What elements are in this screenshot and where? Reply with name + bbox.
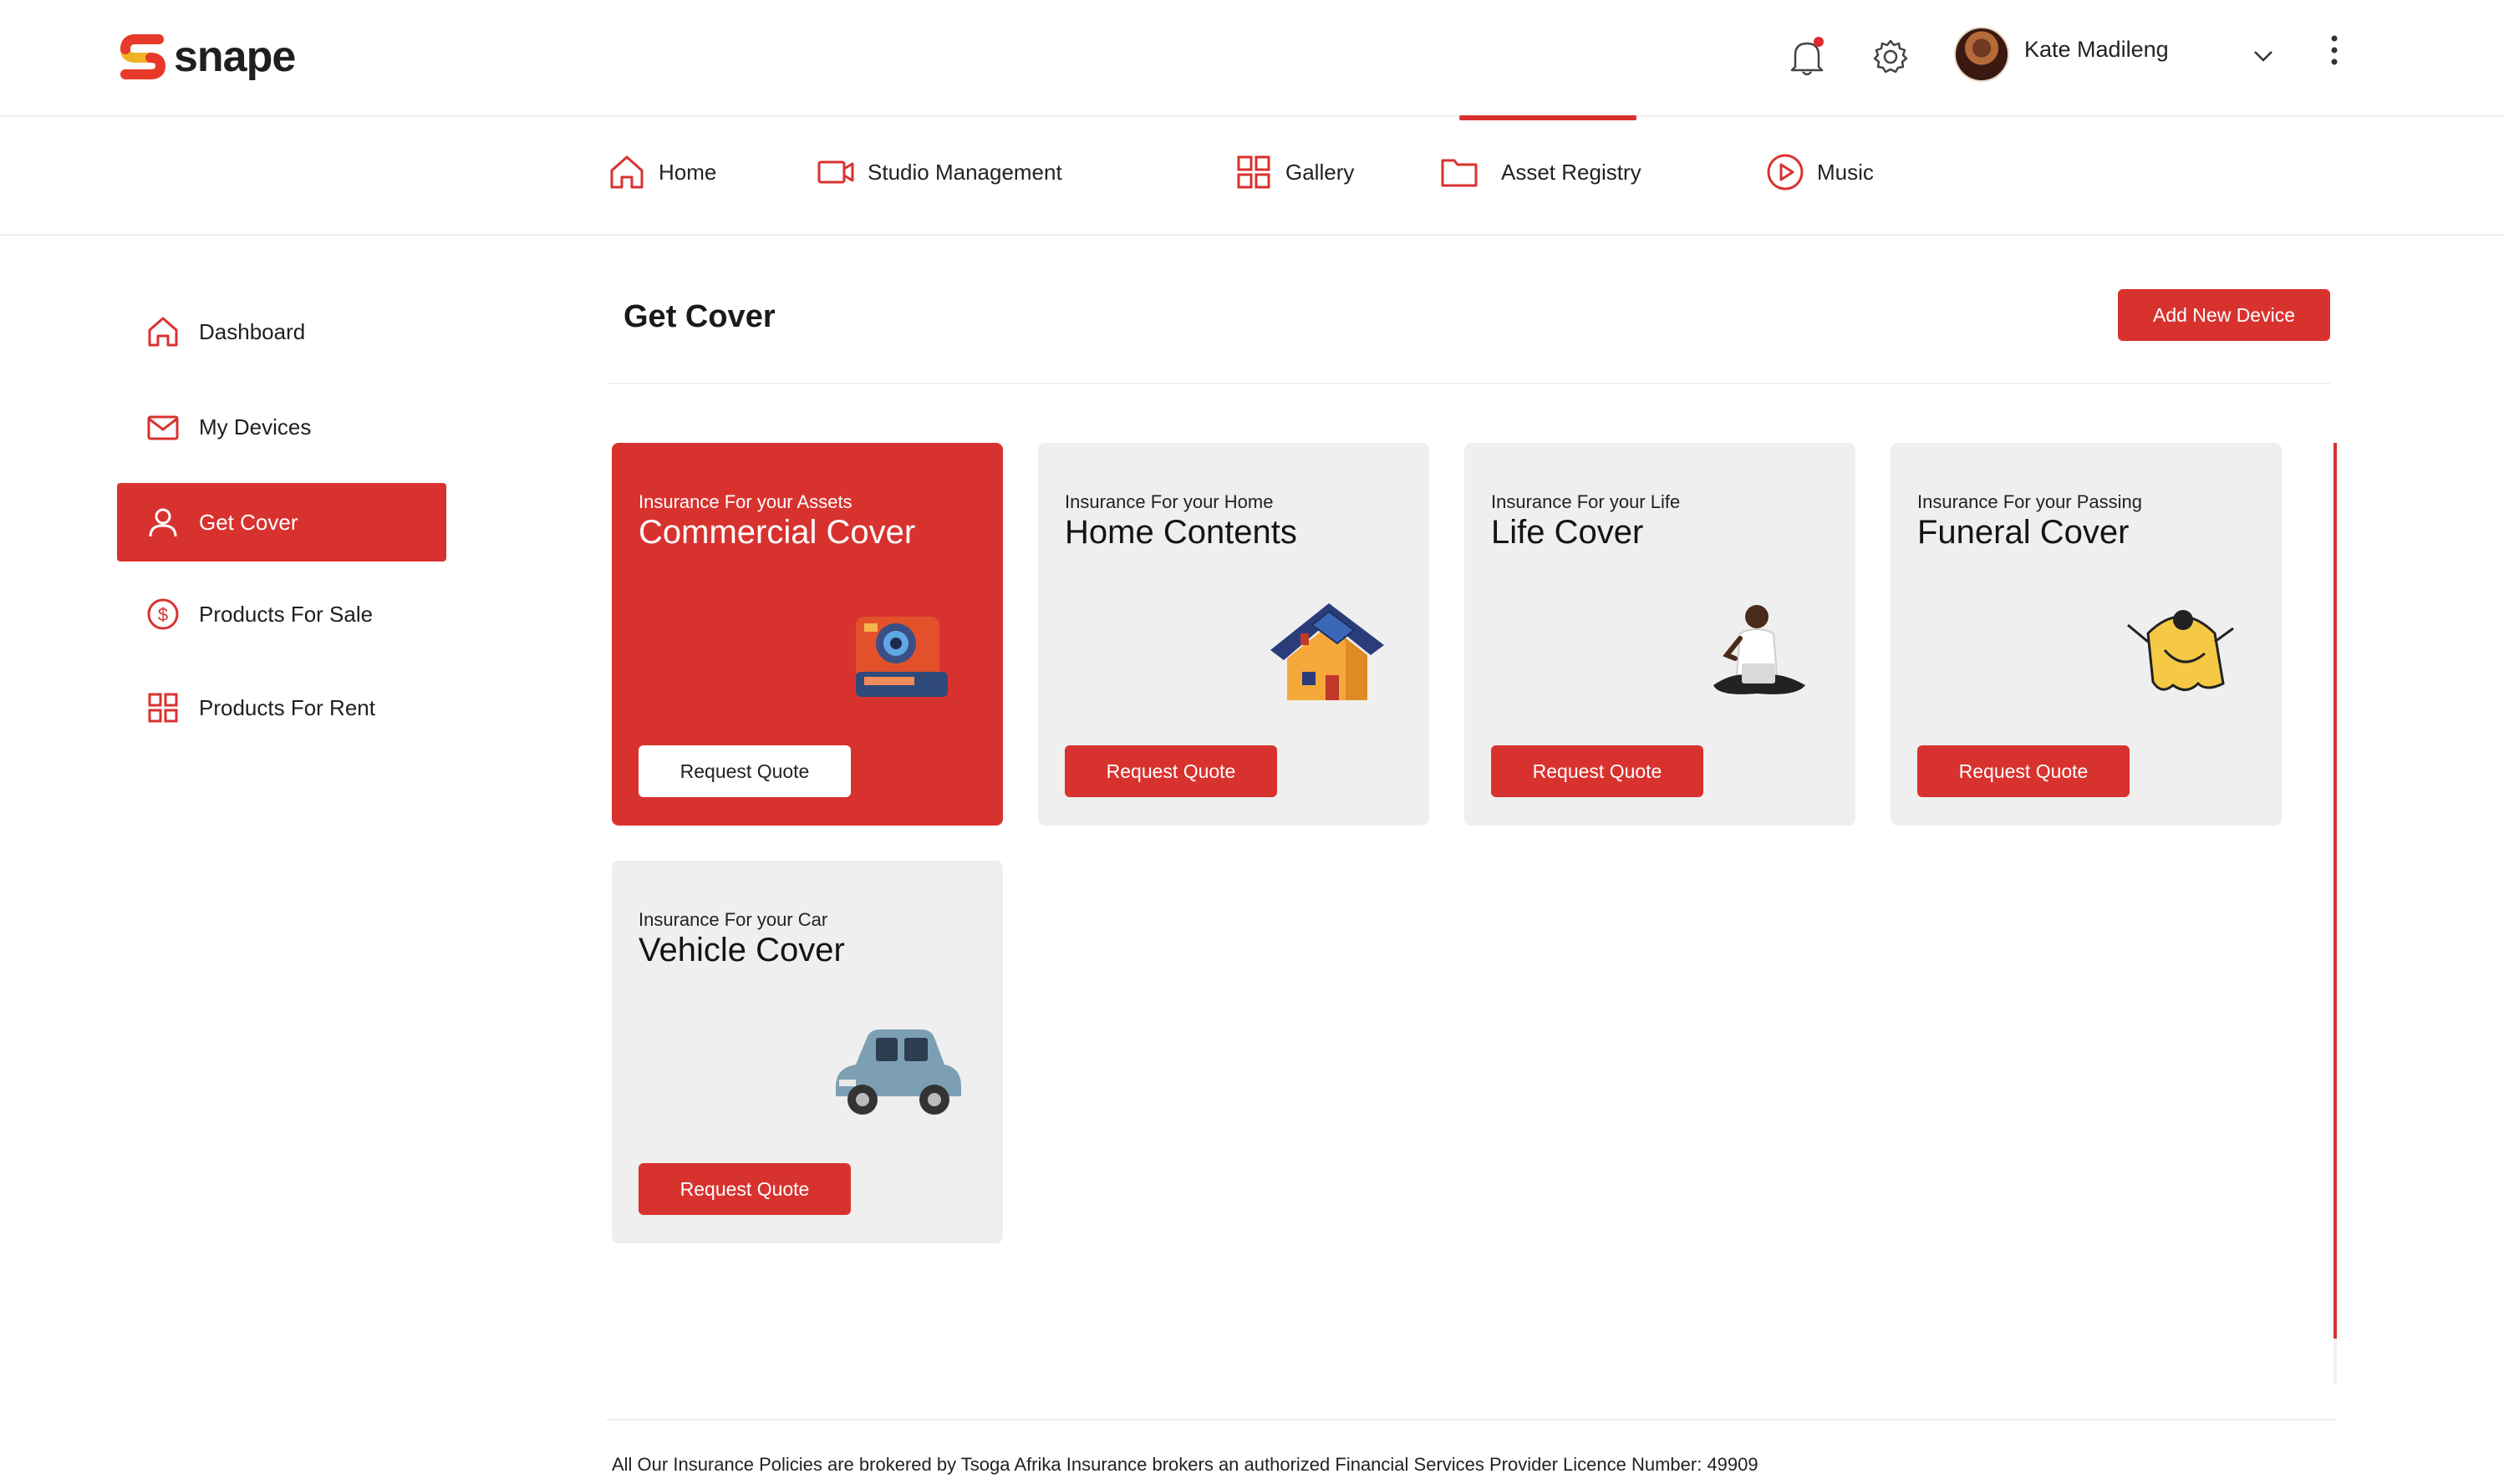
- card-title: Life Cover: [1491, 514, 1644, 551]
- tab-asset-registry[interactable]: Asset Registry: [1439, 147, 1641, 197]
- person-laptop-illustration: [1713, 605, 1805, 694]
- sidebar-item-label: Products For Rent: [199, 694, 375, 720]
- notification-dot: [1814, 37, 1824, 47]
- sidebar-item-my-devices[interactable]: My Devices: [117, 388, 446, 466]
- card-eyebrow: Insurance For your Car: [639, 909, 828, 930]
- camera-illustration: [856, 617, 948, 697]
- tab-music[interactable]: Music: [1765, 147, 1874, 197]
- car-illustration: [836, 1029, 961, 1115]
- card-title: Funeral Cover: [1917, 514, 2130, 551]
- sidebar-item-label: Get Cover: [199, 509, 298, 535]
- tab-label: Home: [659, 159, 717, 185]
- sidebar-item-get-cover[interactable]: Get Cover: [117, 483, 446, 562]
- request-quote-button[interactable]: Request Quote: [639, 745, 851, 797]
- tab-home[interactable]: Home: [607, 147, 716, 197]
- app-logo[interactable]: snape: [120, 32, 296, 82]
- gear-icon: [1873, 39, 1908, 74]
- home-icon: [610, 155, 644, 189]
- grid-icon: [148, 693, 178, 723]
- cover-card-funeral: Insurance For your Passing Funeral Cover…: [1891, 443, 2282, 826]
- play-circle-icon: [1767, 154, 1804, 191]
- scrollbar-thumb[interactable]: [2334, 443, 2337, 1339]
- grid-icon: [1237, 155, 1270, 189]
- ghost-illustration: [2127, 610, 2234, 691]
- card-title: Commercial Cover: [639, 514, 916, 551]
- user-icon: [149, 508, 177, 537]
- house-illustration: [1270, 603, 1384, 700]
- cover-card-life: Insurance For your Life Life Cover Reque…: [1464, 443, 1855, 826]
- avatar[interactable]: [1954, 27, 2009, 82]
- card-title: Vehicle Cover: [639, 932, 845, 968]
- tab-label: Studio Management: [868, 159, 1062, 185]
- tab-label: Gallery: [1285, 159, 1355, 185]
- request-quote-button[interactable]: Request Quote: [1065, 745, 1277, 797]
- request-quote-button[interactable]: Request Quote: [639, 1163, 851, 1215]
- divider: [607, 383, 2330, 384]
- logo-text: snape: [174, 33, 296, 81]
- sidebar-item-products-for-rent[interactable]: Products For Rent: [117, 668, 446, 747]
- tab-studio-management[interactable]: Studio Management: [816, 147, 1062, 197]
- dollar-circle-icon: $: [147, 598, 179, 630]
- cover-card-commercial: Insurance For your Assets Commercial Cov…: [612, 443, 1003, 826]
- request-quote-button[interactable]: Request Quote: [1917, 745, 2130, 797]
- card-title: Home Contents: [1065, 514, 1297, 551]
- card-eyebrow: Insurance For your Home: [1065, 491, 1274, 512]
- tab-label: Music: [1817, 159, 1874, 185]
- card-eyebrow: Insurance For your Life: [1491, 491, 1681, 512]
- page-title: Get Cover: [623, 299, 776, 334]
- add-new-device-button[interactable]: Add New Device: [2118, 289, 2330, 341]
- more-options-icon[interactable]: [2322, 32, 2347, 69]
- settings-button[interactable]: [1867, 33, 1914, 80]
- cover-card-home: Insurance For your Home Home Contents Re…: [1038, 443, 1429, 826]
- home-icon: [148, 317, 178, 347]
- sidebar-item-label: Products For Sale: [199, 601, 374, 627]
- tab-gallery[interactable]: Gallery: [1234, 147, 1354, 197]
- video-camera-icon: [817, 160, 854, 184]
- cover-card-vehicle: Insurance For your Car Vehicle Cover Req…: [612, 861, 1003, 1243]
- top-header: snape Kate Madileng: [0, 0, 2504, 117]
- active-tab-indicator: [1459, 115, 1636, 120]
- notifications-button[interactable]: [1784, 33, 1830, 80]
- sidebar-item-products-for-sale[interactable]: $ Products For Sale: [117, 575, 446, 653]
- footer-disclaimer: All Our Insurance Policies are brokered …: [612, 1454, 1758, 1475]
- mail-icon: [147, 415, 179, 440]
- sidebar-item-dashboard[interactable]: Dashboard: [117, 292, 446, 371]
- card-eyebrow: Insurance For your Assets: [639, 491, 852, 512]
- sidebar-item-label: Dashboard: [199, 318, 306, 344]
- chevron-down-icon[interactable]: [2248, 40, 2278, 70]
- card-eyebrow: Insurance For your Passing: [1917, 491, 2143, 512]
- sidebar-item-label: My Devices: [199, 414, 312, 440]
- request-quote-button[interactable]: Request Quote: [1491, 745, 1703, 797]
- top-navigation: Home Studio Management Gallery Asset Reg…: [0, 115, 2504, 236]
- user-name: Kate Madileng: [2024, 37, 2169, 62]
- snape-logo-icon: [120, 34, 165, 79]
- tab-label: Asset Registry: [1501, 159, 1641, 185]
- folder-icon: [1441, 159, 1478, 187]
- footer-divider: [607, 1419, 2337, 1420]
- svg-text:$: $: [158, 604, 168, 625]
